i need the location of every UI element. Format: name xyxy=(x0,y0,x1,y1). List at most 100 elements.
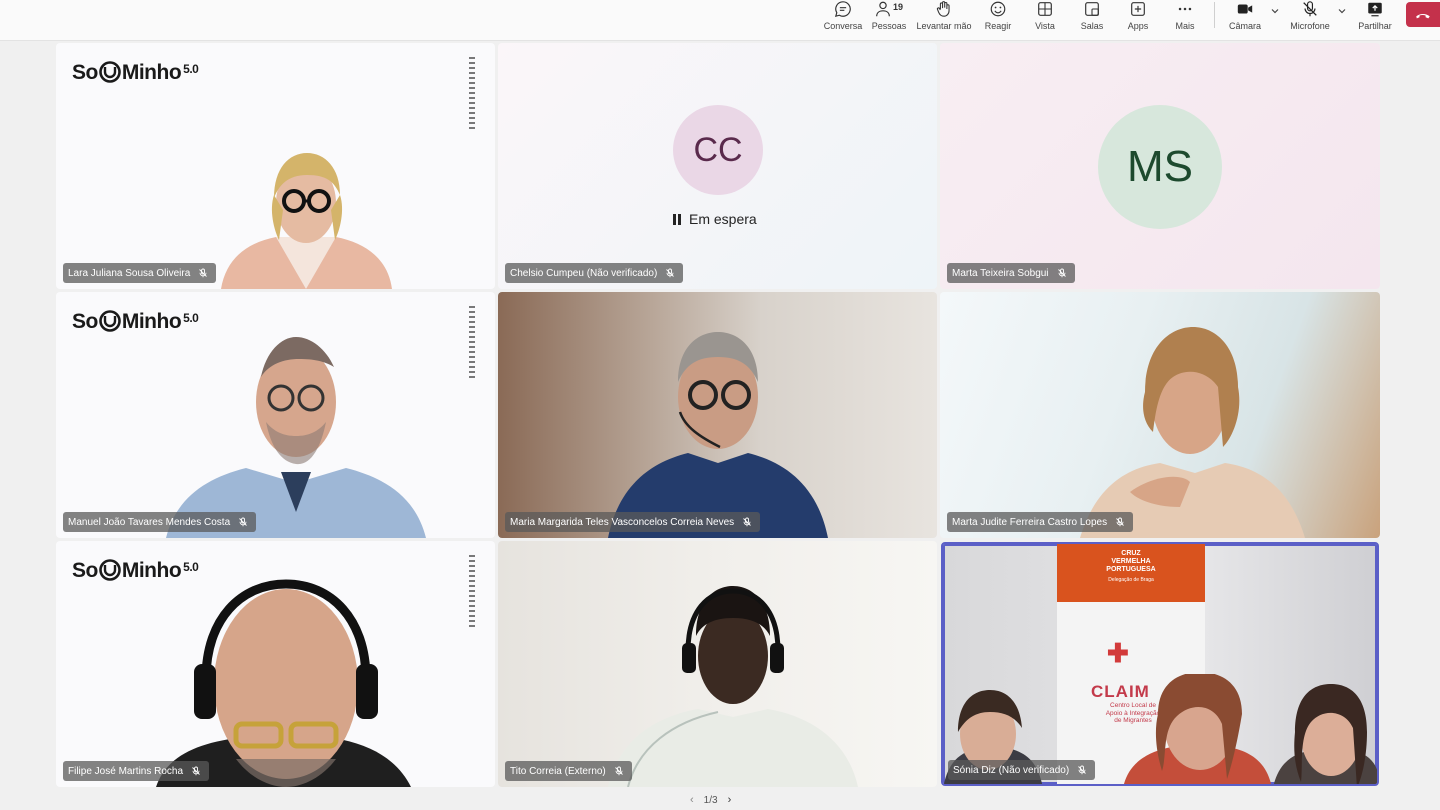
apps-button[interactable]: Apps xyxy=(1123,0,1153,38)
page-indicator: 1/3 xyxy=(703,794,718,806)
logo-u-mark xyxy=(98,559,122,581)
participant-video xyxy=(166,337,426,538)
camera-label: Câmara xyxy=(1228,21,1261,31)
banner-org-sub: Delegação de Braga xyxy=(1108,577,1154,583)
mic-off-icon xyxy=(1078,765,1086,775)
participant-name: Manuel João Tavares Mendes Costa xyxy=(68,516,231,528)
chat-label: Conversa xyxy=(823,21,863,31)
more-dots-icon xyxy=(1178,7,1192,11)
logo-u-mark xyxy=(98,61,122,83)
participant-video xyxy=(221,153,392,289)
pause-icon xyxy=(673,213,681,225)
participant-tile[interactable]: So Minho 5.0 Lara Juliana Sousa Oliveira xyxy=(56,43,495,289)
participant-name-tag: Marta Teixeira Sobgui xyxy=(947,263,1075,283)
react-button[interactable]: Reagir xyxy=(982,0,1014,38)
react-label: Reagir xyxy=(984,21,1012,31)
participant-tile[interactable]: Marta Judite Ferreira Castro Lopes xyxy=(940,292,1380,538)
leave-call-button[interactable] xyxy=(1406,2,1440,27)
logo-text: So xyxy=(72,559,98,582)
people-icon xyxy=(876,1,890,17)
participant-tile[interactable]: So Minho 5.0 Manuel João Tavares Mendes … xyxy=(56,292,495,538)
mic-off-icon xyxy=(199,268,208,278)
microphone-label: Microfone xyxy=(1290,21,1330,31)
chat-icon xyxy=(834,1,851,18)
participant-tile[interactable]: So Minho 5.0 Filipe José Martins Rocha xyxy=(56,541,495,787)
participant-name-tag: Manuel João Tavares Mendes Costa xyxy=(63,512,257,532)
logo-text: So xyxy=(72,310,98,333)
mic-off-icon xyxy=(1057,268,1066,278)
gallery-pager: ‹ 1/3 › xyxy=(690,794,731,806)
participant-tile[interactable]: CC Em espera Chelsio Cumpeu (Não verific… xyxy=(498,43,937,289)
participant-name-tag: Chelsio Cumpeu (Não verificado) xyxy=(505,263,684,283)
logo-text-2: Minho xyxy=(121,61,182,84)
participant-video xyxy=(608,586,858,787)
participant-name: Chelsio Cumpeu (Não verificado) xyxy=(510,267,658,279)
participant-tile-active-speaker[interactable]: CRUZ VERMELHA PORTUGUESA Delegação de Br… xyxy=(941,542,1379,786)
toolbar-divider xyxy=(1214,2,1215,28)
more-label: Mais xyxy=(1175,21,1195,31)
banner-header: CRUZ VERMELHA PORTUGUESA Delegação de Br… xyxy=(1057,544,1205,602)
camera-options-chevron-icon[interactable] xyxy=(1270,6,1280,16)
participant-name-tag: Lara Juliana Sousa Oliveira xyxy=(63,263,217,283)
logo-text: So xyxy=(72,61,98,84)
participant-name-tag: Marta Judite Ferreira Castro Lopes xyxy=(947,512,1134,532)
hang-up-icon xyxy=(1416,13,1430,18)
background-decoration xyxy=(469,555,475,629)
mic-off-icon xyxy=(1116,517,1124,527)
participant-video xyxy=(608,332,828,538)
microphone-options-chevron-icon[interactable] xyxy=(1337,6,1347,16)
view-label: Vista xyxy=(1035,21,1055,31)
logo-version: 5.0 xyxy=(183,560,199,574)
logo-version: 5.0 xyxy=(183,62,199,76)
participant-video xyxy=(1080,327,1305,538)
raise-hand-button[interactable]: Levantar mão xyxy=(916,0,972,38)
raise-hand-label: Levantar mão xyxy=(916,21,972,31)
rooms-label: Salas xyxy=(1080,21,1104,31)
participant-name: Marta Teixeira Sobgui xyxy=(952,267,1049,279)
avatar-initials: MS xyxy=(1127,142,1193,191)
next-page-chevron-icon[interactable]: › xyxy=(728,794,732,806)
view-button[interactable]: Vista xyxy=(1030,0,1060,38)
on-hold-status: Em espera xyxy=(673,211,757,227)
chat-button[interactable]: Conversa xyxy=(824,0,862,38)
background-decoration xyxy=(469,306,475,380)
mic-off-icon xyxy=(1303,1,1317,17)
participant-tile[interactable]: Maria Margarida Teles Vasconcelos Correi… xyxy=(498,292,937,538)
people-label: Pessoas xyxy=(871,21,907,31)
participant-name: Sónia Diz (Não verificado) xyxy=(953,764,1070,776)
participant-avatar: CC xyxy=(673,105,763,195)
rooms-button[interactable]: Salas xyxy=(1077,0,1107,38)
microphone-button[interactable]: Microfone xyxy=(1287,0,1333,38)
status-text: Em espera xyxy=(689,211,757,227)
mic-off-icon xyxy=(192,766,200,776)
mic-off-icon xyxy=(666,268,675,278)
participant-name: Tito Correia (Externo) xyxy=(510,765,606,777)
camera-icon xyxy=(1237,4,1253,14)
participant-name-tag: Maria Margarida Teles Vasconcelos Correi… xyxy=(505,512,761,532)
share-button[interactable]: Partilhar xyxy=(1356,0,1394,38)
sou-minho-logo: So Minho 5.0 xyxy=(72,61,199,85)
participant-name: Maria Margarida Teles Vasconcelos Correi… xyxy=(510,516,735,528)
logo-version: 5.0 xyxy=(183,311,199,325)
people-button[interactable]: 19 Pessoas xyxy=(871,0,907,38)
participant-name: Filipe José Martins Rocha xyxy=(68,765,184,777)
banner-org-line: VERMELHA xyxy=(1111,558,1151,565)
participant-name-tag: Tito Correia (Externo) xyxy=(505,761,632,781)
logo-text-2: Minho xyxy=(121,310,182,333)
previous-page-chevron-icon[interactable]: ‹ xyxy=(690,794,694,806)
add-apps-icon xyxy=(1131,2,1145,16)
mic-off-icon xyxy=(743,517,751,527)
emoji-icon xyxy=(990,1,1006,17)
rooms-icon xyxy=(1085,2,1099,16)
participant-tile[interactable]: Tito Correia (Externo) xyxy=(498,541,937,787)
mic-off-icon xyxy=(239,517,247,527)
grid-view-icon xyxy=(1038,2,1052,16)
camera-button[interactable]: Câmara xyxy=(1228,0,1262,38)
more-button[interactable]: Mais xyxy=(1170,0,1200,38)
banner-org-line: CRUZ xyxy=(1121,550,1141,557)
participant-name: Lara Juliana Sousa Oliveira xyxy=(68,267,191,279)
participant-name: Marta Judite Ferreira Castro Lopes xyxy=(952,516,1108,528)
participant-tile[interactable]: MS Marta Teixeira Sobgui xyxy=(940,43,1380,289)
share-screen-icon xyxy=(1368,2,1382,17)
banner-org-line: PORTUGUESA xyxy=(1106,566,1156,573)
